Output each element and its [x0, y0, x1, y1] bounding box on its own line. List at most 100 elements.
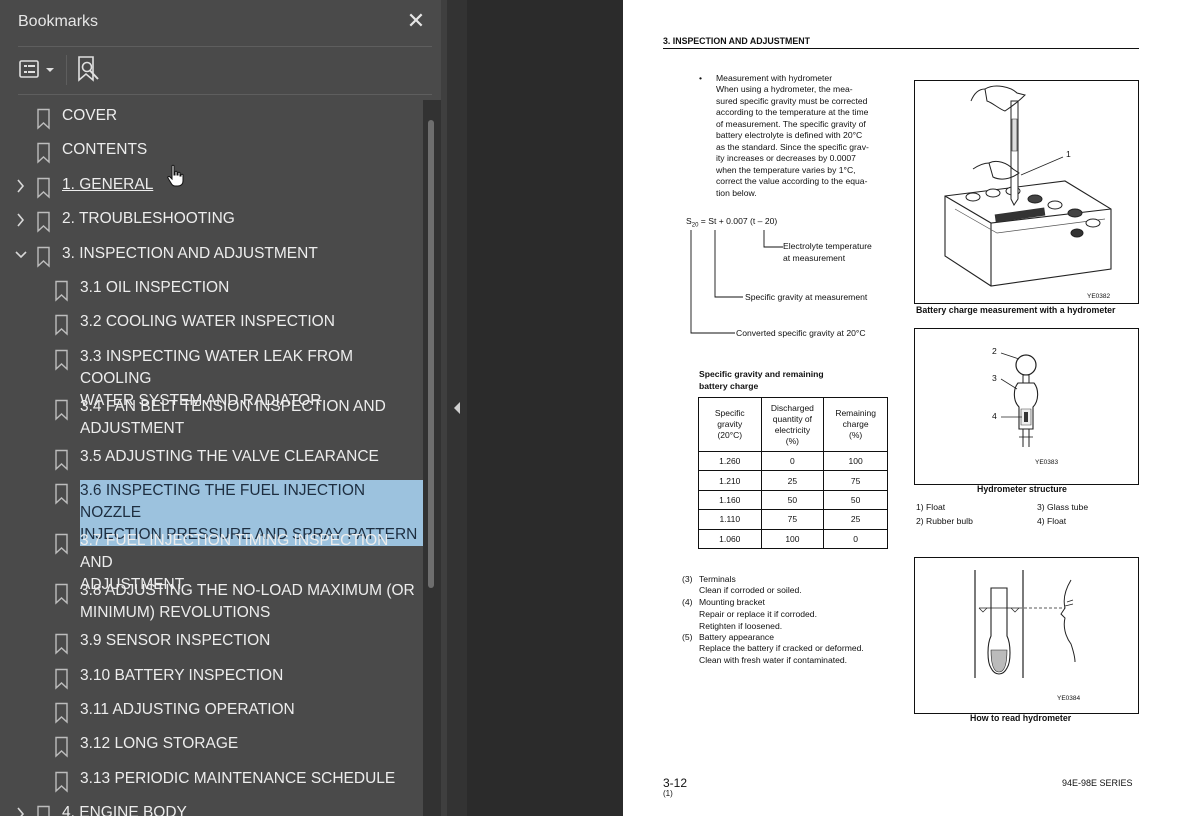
bookmark-icon: [55, 449, 68, 471]
figure-code: YE0382: [1087, 293, 1111, 300]
bookmark-icon: [37, 246, 50, 268]
bookmark-label[interactable]: 3.13 PERIODIC MAINTENANCE SCHEDULE: [80, 768, 395, 790]
figure-code: YE0383: [1035, 459, 1059, 466]
table-row: 1.210 25 75: [698, 470, 888, 491]
bookmark-icon: [55, 280, 68, 302]
list-item-desc: Replace the battery if cracked or deform…: [699, 643, 864, 665]
table-cell: 1.110: [698, 509, 762, 530]
figure-caption: Hydrometer structure: [977, 484, 1067, 494]
collapse-panel-button[interactable]: [452, 398, 462, 418]
hydrometer-structure-illustration: [1000, 352, 1039, 447]
header-specific-gravity: Specific gravity (20°C): [698, 397, 762, 452]
bookmark-label[interactable]: CONTENTS: [62, 139, 147, 161]
bookmark-icon: [55, 583, 68, 605]
scrollbar-thumb[interactable]: [428, 120, 434, 588]
hand-cursor-icon: [167, 164, 184, 187]
bookmark-label[interactable]: 1. GENERAL: [62, 174, 153, 196]
bookmark-icon: [55, 483, 68, 505]
options-menu-button[interactable]: [18, 57, 58, 83]
list-item-title: Mounting bracket: [699, 597, 765, 607]
bookmark-label[interactable]: 3.10 BATTERY INSPECTION: [80, 665, 283, 687]
divider: [18, 46, 432, 47]
panel-title: Bookmarks: [18, 13, 99, 30]
bookmark-icon: [37, 143, 50, 164]
bookmark-icon: [55, 533, 68, 555]
battery-hydrometer-illustration: [944, 85, 1112, 287]
table-row: 1.060 100 0: [698, 528, 888, 549]
series-label: 94E-98E SERIES: [1062, 778, 1133, 788]
table-cell: 50: [760, 489, 825, 511]
table-title: Specific gravity and remaining battery c…: [699, 369, 824, 391]
close-icon[interactable]: ✕: [404, 10, 428, 34]
header-discharged: Discharged quantity of electricity (%): [760, 397, 825, 452]
list-number: (5): [682, 632, 693, 642]
read-hydrometer-illustration: [974, 570, 1076, 678]
table-cell: 1.160: [698, 489, 762, 511]
chevron-right-icon[interactable]: [14, 802, 28, 816]
table-cell: 0: [823, 528, 888, 549]
bookmark-icon: [37, 211, 50, 233]
legend-item: 3) Glass tube: [1037, 502, 1089, 512]
divider: [18, 94, 432, 95]
bookmark-label[interactable]: 3.9 SENSOR INSPECTION: [80, 630, 270, 652]
document-page: 3. INSPECTION AND ADJUSTMENT • Measureme…: [623, 0, 1200, 816]
bookmark-label[interactable]: 3.12 LONG STORAGE: [80, 733, 238, 755]
page-revision: (1): [663, 789, 673, 798]
bookmark-label[interactable]: 3.2 COOLING WATER INSPECTION: [80, 311, 335, 333]
bookmark-label[interactable]: 3.11 ADJUSTING OPERATION: [80, 699, 295, 721]
bookmark-icon: [55, 702, 68, 724]
table-cell: 75: [760, 509, 825, 530]
table-row: 1.260 0 100: [698, 450, 888, 472]
figure-callout: 3: [992, 373, 997, 383]
bookmark-list: COVER CONTENTS 1. GENERAL 2. TROUBLESHOOTIN…: [0, 100, 424, 816]
bookmark-icon: [55, 668, 68, 690]
chevron-down-icon[interactable]: [14, 243, 28, 267]
figure-code: YE0384: [1057, 695, 1081, 702]
table-cell: 1.260: [698, 450, 762, 472]
bookmark-icon: [55, 315, 68, 336]
bookmark-label[interactable]: 3.1 OIL INSPECTION: [80, 277, 229, 299]
bookmark-label[interactable]: 3.8 ADJUSTING THE NO-LOAD MAXIMUM (OR MI…: [80, 580, 415, 624]
table-cell: 1.210: [698, 470, 762, 491]
table-cell: 50: [823, 489, 888, 511]
bookmark-label[interactable]: 3. INSPECTION AND ADJUSTMENT: [62, 243, 318, 265]
figure-callout: 4: [992, 411, 997, 421]
table-cell: 75: [823, 470, 888, 491]
table-header-row: Specific gravity (20°C) Discharged quant…: [698, 397, 888, 452]
table-cell: 100: [823, 450, 888, 472]
table-cell: 0: [760, 450, 825, 472]
table-cell: 1.060: [698, 528, 762, 549]
eq-label-temperature: Electrolyte temperature at measurement: [783, 241, 872, 263]
list-item-desc: Clean if corroded or soiled.: [699, 585, 802, 595]
list-item-title: Battery appearance: [699, 632, 775, 642]
specific-gravity-table: Specific gravity (20°C) Discharged quant…: [698, 397, 888, 549]
bookmark-icon: [37, 177, 50, 199]
bookmark-label[interactable]: 4. ENGINE BODY: [62, 802, 187, 816]
chevron-right-icon[interactable]: [14, 174, 28, 198]
bookmark-label[interactable]: 2. TROUBLESHOOTING: [62, 208, 235, 230]
bookmark-label[interactable]: COVER: [62, 105, 117, 127]
bookmark-label[interactable]: 3.5 ADJUSTING THE VALVE CLEARANCE: [80, 446, 379, 468]
table-cell: 100: [760, 528, 825, 549]
table-cell: 25: [823, 509, 888, 530]
eq-label-converted: Converted specific gravity at 20°C: [736, 328, 866, 338]
figure-callout: 1: [1066, 149, 1071, 159]
list-options-icon: [19, 60, 54, 78]
bookmark-icon: [55, 399, 68, 421]
bookmark-label[interactable]: 3.4 FAN BELT TENSION INSPECTION AND ADJU…: [80, 396, 386, 440]
list-number: (3): [682, 574, 693, 584]
bookmark-icon: [55, 737, 68, 758]
list-item-desc: Repair or replace it if corroded. Retigh…: [699, 609, 817, 631]
figure-caption: How to read hydrometer: [970, 713, 1072, 723]
bookmark-icon: [37, 805, 50, 816]
find-bookmark-button[interactable]: [76, 55, 102, 85]
bookmark-icon: [55, 349, 68, 371]
find-bookmark-icon: [78, 56, 99, 82]
header-remaining: Remaining charge (%): [823, 397, 888, 452]
toolbar-divider: [66, 55, 67, 85]
bookmark-icon: [55, 771, 68, 793]
figure-read-hydrometer: YE0384: [914, 557, 1139, 714]
bookmark-icon: [37, 108, 50, 130]
chevron-right-icon[interactable]: [14, 208, 28, 232]
triangle-left-icon: [454, 402, 460, 414]
